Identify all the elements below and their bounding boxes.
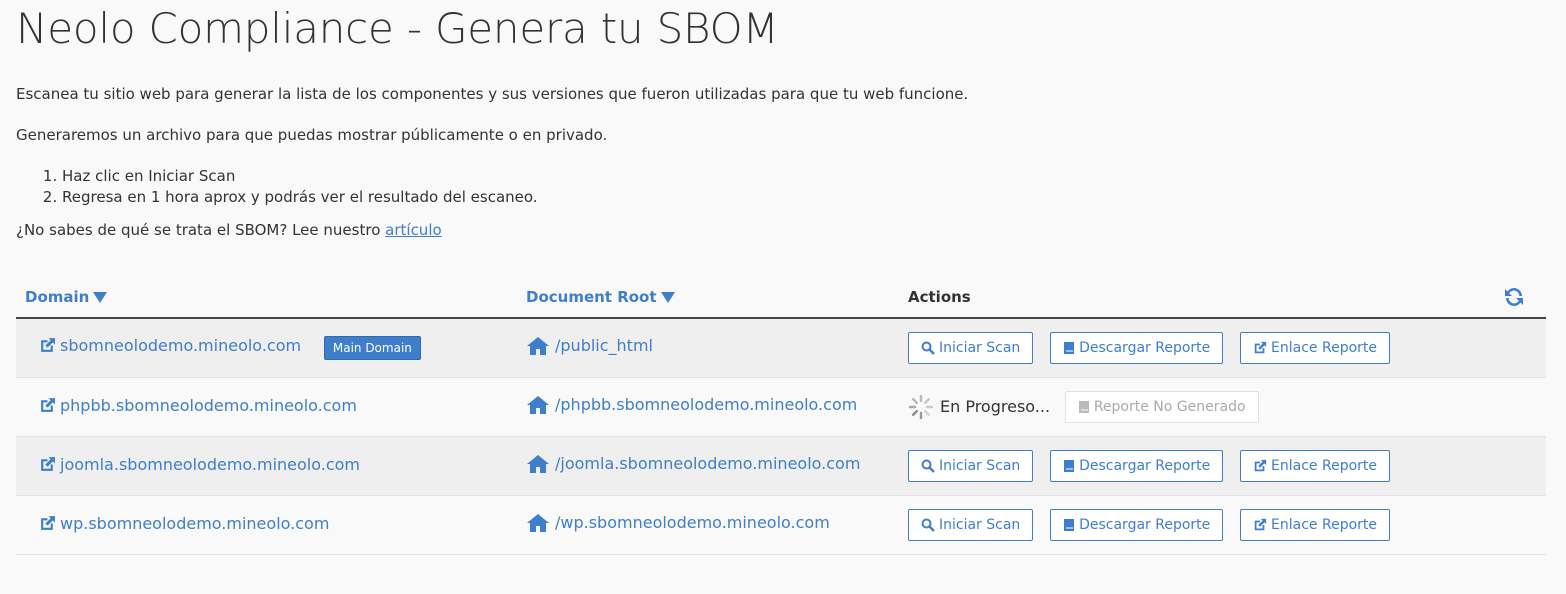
home-icon bbox=[526, 454, 550, 474]
domain-text: wp.sbomneolodemo.mineolo.com bbox=[60, 513, 330, 533]
start-scan-button[interactable]: Iniciar Scan bbox=[908, 331, 1034, 364]
actions-cell: Iniciar Scan Descargar Reporte Enlace Re… bbox=[899, 436, 1546, 495]
domain-text: sbomneolodemo.mineolo.com bbox=[60, 335, 302, 355]
document-root[interactable]: /joomla.sbomneolodemo.mineolo.com bbox=[526, 454, 860, 474]
download-report-button[interactable]: Descargar Reporte bbox=[1050, 508, 1224, 541]
document-root-text: /phpbb.sbomneolodemo.mineolo.com bbox=[555, 395, 858, 414]
home-icon bbox=[526, 513, 550, 533]
domain-link[interactable]: joomla.sbomneolodemo.mineolo.com bbox=[39, 455, 360, 474]
domain-link[interactable]: phpbb.sbomneolodemo.mineolo.com bbox=[39, 396, 357, 415]
external-link-icon bbox=[1253, 459, 1267, 473]
actions-header-label: Actions bbox=[908, 288, 971, 306]
scan-progress: En Progreso... bbox=[908, 394, 1050, 420]
step-item: Regresa en 1 hora aprox y podrás ver el … bbox=[62, 187, 538, 208]
main-domain-badge: Main Domain bbox=[323, 335, 421, 360]
question-text: ¿No sabes de qué se trata el SBOM? Lee n… bbox=[16, 221, 381, 239]
document-root-text: /public_html bbox=[555, 336, 653, 356]
domain-link[interactable]: wp.sbomneolodemo.mineolo.com bbox=[39, 514, 329, 533]
document-root-cell: /phpbb.sbomneolodemo.mineolo.com bbox=[517, 377, 899, 436]
search-icon bbox=[921, 459, 935, 473]
document-root[interactable]: /public_html bbox=[526, 336, 653, 356]
table-row: phpbb.sbomneolodemo.mineolo.com /phpbb.s… bbox=[16, 377, 1546, 436]
external-link-icon bbox=[1253, 341, 1267, 355]
sbom-question: ¿No sabes de qué se trata el SBOM? Lee n… bbox=[16, 221, 442, 239]
table-row: wp.sbomneolodemo.mineolo.com /wp.sbomneo… bbox=[16, 495, 1546, 554]
domain-column-header[interactable]: Domain bbox=[16, 277, 517, 319]
domain-cell: wp.sbomneolodemo.mineolo.com bbox=[16, 495, 517, 554]
report-link-button[interactable]: Enlace Reporte bbox=[1240, 331, 1391, 364]
document-root[interactable]: /phpbb.sbomneolodemo.mineolo.com bbox=[526, 395, 857, 415]
start-scan-label: Iniciar Scan bbox=[939, 516, 1021, 533]
report-link-button[interactable]: Enlace Reporte bbox=[1240, 508, 1391, 541]
domain-link[interactable]: sbomneolodemo.mineolo.com bbox=[39, 336, 301, 355]
search-icon bbox=[921, 341, 935, 355]
step-item: Haz clic en Iniciar Scan bbox=[62, 166, 538, 187]
sort-down-icon bbox=[660, 292, 675, 303]
search-icon bbox=[921, 518, 935, 532]
steps-list: Haz clic en Iniciar Scan Regresa en 1 ho… bbox=[16, 166, 538, 208]
document-root-column-header[interactable]: Document Root bbox=[517, 277, 899, 319]
table-row: sbomneolodemo.mineolo.com Main Domain /p… bbox=[16, 318, 1546, 377]
external-link-icon bbox=[1253, 518, 1267, 532]
actions-cell: Iniciar Scan Descargar Reporte Enlace Re… bbox=[899, 318, 1546, 377]
intro-text-2: Generaremos un archivo para que puedas m… bbox=[16, 126, 608, 144]
domain-header-label: Domain bbox=[25, 288, 90, 306]
start-scan-label: Iniciar Scan bbox=[939, 457, 1021, 474]
document-root-text: /wp.sbomneolodemo.mineolo.com bbox=[555, 513, 830, 532]
external-link-icon bbox=[39, 337, 56, 354]
report-not-generated-button: Reporte No Generado bbox=[1064, 390, 1259, 423]
document-root-text: /joomla.sbomneolodemo.mineolo.com bbox=[555, 454, 861, 473]
book-icon bbox=[1078, 400, 1090, 414]
sort-down-icon bbox=[93, 292, 108, 303]
domain-text: joomla.sbomneolodemo.mineolo.com bbox=[60, 454, 361, 474]
report-link-label: Enlace Reporte bbox=[1271, 516, 1378, 533]
table-row: joomla.sbomneolodemo.mineolo.com /joomla… bbox=[16, 436, 1546, 495]
domain-text: phpbb.sbomneolodemo.mineolo.com bbox=[60, 395, 357, 415]
document-root[interactable]: /wp.sbomneolodemo.mineolo.com bbox=[526, 513, 830, 533]
document-root-cell: /wp.sbomneolodemo.mineolo.com bbox=[517, 495, 899, 554]
external-link-icon bbox=[39, 456, 56, 473]
actions-column-header: Actions bbox=[899, 277, 1546, 319]
report-link-label: Enlace Reporte bbox=[1271, 457, 1378, 474]
report-not-generated-label: Reporte No Generado bbox=[1093, 398, 1246, 415]
book-icon bbox=[1063, 341, 1075, 355]
document-root-cell: /public_html bbox=[517, 318, 899, 377]
page-title: Neolo Compliance - Genera tu SBOM bbox=[16, 4, 779, 53]
start-scan-button[interactable]: Iniciar Scan bbox=[908, 449, 1034, 482]
start-scan-button[interactable]: Iniciar Scan bbox=[908, 508, 1034, 541]
download-report-label: Descargar Reporte bbox=[1079, 457, 1211, 474]
domains-table: Domain Document Root Actions sbomneolode… bbox=[16, 277, 1546, 555]
download-report-label: Descargar Reporte bbox=[1079, 516, 1211, 533]
external-link-icon bbox=[39, 397, 56, 414]
in-progress-text: En Progreso... bbox=[940, 397, 1051, 416]
actions-cell: Iniciar Scan Descargar Reporte Enlace Re… bbox=[899, 495, 1546, 554]
book-icon bbox=[1063, 459, 1075, 473]
download-report-button[interactable]: Descargar Reporte bbox=[1050, 331, 1224, 364]
document-root-header-label: Document Root bbox=[526, 288, 657, 306]
domain-cell: phpbb.sbomneolodemo.mineolo.com bbox=[16, 377, 517, 436]
intro-text-1: Escanea tu sitio web para generar la lis… bbox=[16, 85, 969, 103]
article-link[interactable]: artículo bbox=[385, 221, 442, 239]
refresh-icon[interactable] bbox=[1502, 285, 1526, 309]
start-scan-label: Iniciar Scan bbox=[939, 339, 1021, 356]
report-link-label: Enlace Reporte bbox=[1271, 339, 1378, 356]
spinner-icon bbox=[908, 394, 934, 420]
external-link-icon bbox=[39, 515, 56, 532]
home-icon bbox=[526, 336, 550, 356]
book-icon bbox=[1063, 518, 1075, 532]
download-report-label: Descargar Reporte bbox=[1079, 339, 1211, 356]
domain-cell: joomla.sbomneolodemo.mineolo.com bbox=[16, 436, 517, 495]
report-link-button[interactable]: Enlace Reporte bbox=[1240, 449, 1391, 482]
document-root-cell: /joomla.sbomneolodemo.mineolo.com bbox=[517, 436, 899, 495]
actions-cell: En Progreso... Reporte No Generado bbox=[899, 377, 1546, 436]
home-icon bbox=[526, 395, 550, 415]
domain-cell: sbomneolodemo.mineolo.com Main Domain bbox=[16, 318, 517, 377]
download-report-button[interactable]: Descargar Reporte bbox=[1050, 449, 1224, 482]
